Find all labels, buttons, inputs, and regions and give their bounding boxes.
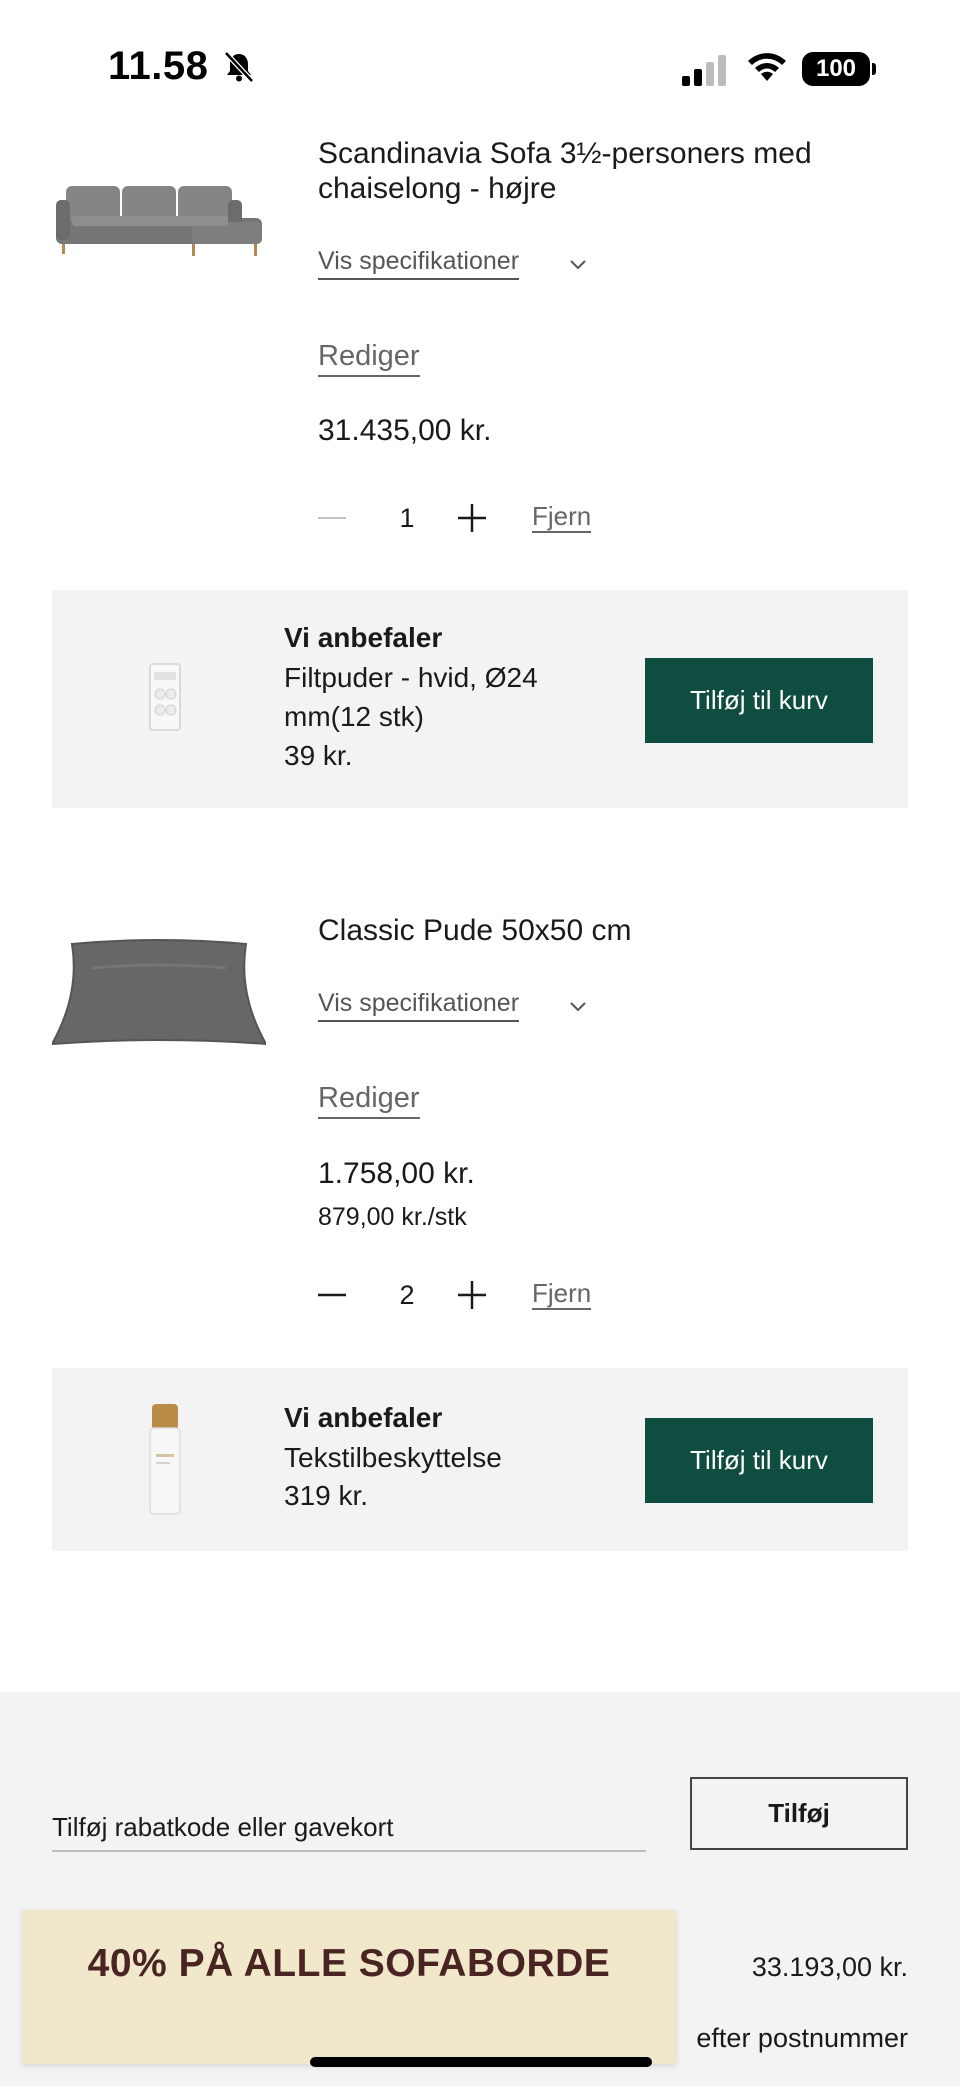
add-to-cart-button[interactable]: Tilføj til kurv	[645, 658, 873, 743]
unit-price: 879,00 kr./stk	[318, 1203, 467, 1231]
home-indicator[interactable]	[310, 2057, 652, 2067]
apply-discount-button[interactable]: Tilføj	[690, 1777, 908, 1850]
view-specifications-link[interactable]: Vis specifikationer	[318, 246, 520, 280]
minus-icon[interactable]	[310, 493, 354, 543]
add-to-cart-button[interactable]: Tilføj til kurv	[645, 1418, 873, 1503]
item-name[interactable]: Classic Pude 50x50 cm	[318, 913, 918, 948]
recommendation-box: Vi anbefaler Tekstilbeskyttelse 319 kr. …	[52, 1368, 908, 1551]
plus-icon[interactable]	[450, 1270, 494, 1320]
quantity-value: 1	[399, 503, 415, 533]
status-time: 11.58	[108, 44, 209, 88]
recommendation-price: 319 kr.	[284, 1480, 369, 1511]
item-name[interactable]: Scandinavia Sofa 3½-personers med chaise…	[318, 136, 918, 206]
signal-icon	[682, 55, 726, 86]
recommendation-name[interactable]: Tekstilbeskyttelse	[284, 1438, 604, 1477]
discount-code-input[interactable]	[52, 1810, 646, 1852]
shipping-text: efter postnummer	[696, 2023, 908, 2053]
recommendation-title: Vi anbefaler	[284, 1402, 443, 1433]
status-bar: 11.58 100	[0, 0, 960, 120]
spray-bottle-image[interactable]	[148, 1404, 182, 1516]
recommendation-name[interactable]: Filtpuder - hvid, Ø24 mm(12 stk)	[284, 658, 604, 736]
edit-link[interactable]: Rediger	[318, 340, 420, 377]
chevron-down-icon[interactable]	[568, 254, 588, 274]
quantity-value: 2	[399, 1280, 415, 1310]
item-price: 1.758,00 kr.	[318, 1157, 475, 1190]
view-specifications-link[interactable]: Vis specifikationer	[318, 988, 520, 1022]
remove-link[interactable]: Fjern	[532, 1278, 592, 1310]
bell-slash-icon	[224, 51, 254, 83]
chevron-down-icon[interactable]	[568, 996, 588, 1016]
pillow-image[interactable]	[52, 938, 266, 1050]
promo-text: 40% PÅ ALLE SOFABORDE	[87, 1942, 611, 1985]
felt-pads-image[interactable]	[148, 662, 182, 732]
recommendation-title: Vi anbefaler	[284, 622, 443, 653]
subtotal-value: 33.193,00 kr.	[751, 1952, 908, 1982]
quantity-stepper: 1 Fjern	[310, 493, 710, 543]
battery-icon: 100	[802, 52, 876, 86]
recommendation-price: 39 kr.	[284, 740, 353, 771]
edit-link[interactable]: Rediger	[318, 1082, 420, 1119]
item-price: 31.435,00 kr.	[318, 414, 492, 447]
recommendation-box: Vi anbefaler Filtpuder - hvid, Ø24 mm(12…	[52, 590, 908, 808]
sofa-image[interactable]	[52, 178, 266, 258]
wifi-icon	[748, 53, 786, 81]
minus-icon[interactable]	[310, 1270, 354, 1320]
remove-link[interactable]: Fjern	[532, 501, 592, 533]
plus-icon[interactable]	[450, 493, 494, 543]
quantity-stepper: 2 Fjern	[310, 1270, 710, 1320]
promo-banner[interactable]: 40% PÅ ALLE SOFABORDE	[22, 1910, 676, 2064]
